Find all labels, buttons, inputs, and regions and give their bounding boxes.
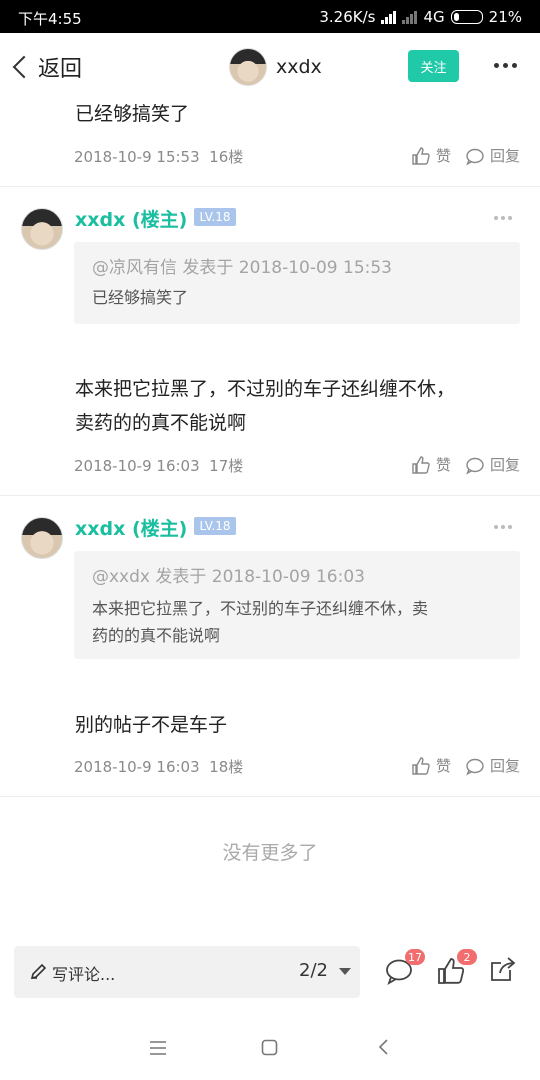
- more-dots-icon[interactable]: [494, 525, 512, 529]
- post-body: 已经够搞笑了: [75, 103, 190, 125]
- follow-button[interactable]: 关注: [408, 50, 459, 82]
- like-button[interactable]: 赞: [411, 145, 451, 166]
- post-actions: 赞 回复: [411, 145, 520, 166]
- quote-body: 本来把它拉黑了，不过别的车子还纠缠不休，卖 药的的真不能说啊: [92, 595, 502, 649]
- like-button[interactable]: 赞: [411, 454, 451, 475]
- avatar[interactable]: [229, 48, 267, 86]
- thumbs-up-icon: [412, 756, 430, 775]
- reply-label: 回复: [489, 147, 520, 165]
- no-more-text: 没有更多了: [222, 842, 318, 864]
- menu-icon[interactable]: [149, 1040, 167, 1056]
- divider: [0, 796, 540, 797]
- divider: [0, 186, 540, 187]
- post-date: 2018-10-9 15:53: [74, 148, 200, 166]
- post-floor: 16楼: [209, 148, 244, 166]
- post-actions: 赞 回复: [411, 755, 520, 776]
- avatar[interactable]: [21, 517, 63, 559]
- system-nav-bar: [0, 1016, 540, 1080]
- like-label: 赞: [435, 456, 451, 474]
- comment-placeholder: 写评论...: [52, 965, 116, 984]
- quote-body: 已经够搞笑了: [92, 288, 189, 307]
- like-count-badge: 2: [457, 949, 477, 965]
- level-badge: LV.18: [194, 208, 236, 226]
- back-button[interactable]: 返回: [8, 51, 82, 83]
- pen-icon: [30, 963, 47, 980]
- post-avatar[interactable]: [21, 208, 63, 250]
- signal-icon: [381, 10, 397, 24]
- avatar[interactable]: [21, 208, 63, 250]
- thumbs-up-icon: [412, 455, 430, 474]
- post-avatar[interactable]: [21, 517, 63, 559]
- comment-input[interactable]: 写评论... 2/2: [14, 946, 360, 998]
- reply-label: 回复: [489, 757, 520, 775]
- post-actions: 赞 回复: [411, 454, 520, 475]
- chat-bubble-icon: [466, 758, 484, 776]
- reply-button[interactable]: 回复: [465, 454, 520, 475]
- like-label: 赞: [435, 147, 451, 165]
- comment-count-badge: 17: [405, 949, 425, 965]
- status-right: 3.26K/s 4G 21%: [319, 8, 522, 26]
- quote-body-line: 本来把它拉黑了，不过别的车子还纠缠不休，卖: [92, 599, 429, 618]
- post-meta: 2018-10-9 16:03 17楼: [74, 455, 243, 476]
- post-body: 本来把它拉黑了，不过别的车子还纠缠不休， 卖药的的真不能说啊: [75, 372, 455, 440]
- level-badge: LV.18: [194, 517, 236, 535]
- quote-box: @凉风有信 发表于 2018-10-09 15:53 已经够搞笑了: [74, 242, 520, 324]
- thumbs-up-icon: [412, 146, 430, 165]
- network-speed: 3.26K/s: [319, 8, 376, 26]
- divider: [0, 495, 540, 496]
- post-author[interactable]: xxdx (楼主): [75, 205, 187, 232]
- chat-bubble-icon: [466, 457, 484, 475]
- status-bar: 下午4:55 3.26K/s 4G 21%: [0, 0, 540, 33]
- quote-head: @凉风有信 发表于 2018-10-09 15:53: [92, 258, 392, 278]
- nav-user[interactable]: xxdx: [229, 48, 322, 86]
- post-floor: 18楼: [209, 758, 244, 776]
- nav-bar: 返回 xxdx 关注: [0, 33, 540, 99]
- reply-button[interactable]: 回复: [465, 145, 520, 166]
- post-date: 2018-10-9 16:03: [74, 457, 200, 475]
- post-floor: 17楼: [209, 457, 244, 475]
- chat-bubble-icon: [466, 148, 484, 166]
- post-date: 2018-10-9 16:03: [74, 758, 200, 776]
- quote-head: @xxdx 发表于 2018-10-09 16:03: [92, 567, 365, 587]
- nav-username: xxdx: [276, 56, 322, 78]
- post-meta: 2018-10-9 15:53 16楼: [74, 146, 243, 167]
- battery-icon: [450, 10, 483, 24]
- share-button[interactable]: [488, 956, 518, 986]
- share-icon: [491, 957, 516, 981]
- more-dots-icon[interactable]: [494, 216, 512, 220]
- post-body: 别的帖子不是车子: [75, 714, 228, 736]
- page-indicator[interactable]: 2/2: [299, 960, 328, 981]
- reply-label: 回复: [489, 456, 520, 474]
- post-body-line: 卖药的的真不能说啊: [75, 412, 247, 434]
- home-icon[interactable]: [261, 1039, 278, 1056]
- post-meta: 2018-10-9 16:03 18楼: [74, 756, 243, 777]
- chevron-left-icon: [12, 55, 36, 79]
- status-time: 下午4:55: [18, 10, 82, 28]
- network-type: 4G: [423, 8, 445, 26]
- back-nav-icon[interactable]: [377, 1038, 389, 1056]
- like-label: 赞: [435, 757, 451, 775]
- chevron-down-icon[interactable]: [339, 968, 351, 975]
- battery-level: 21%: [488, 8, 522, 26]
- post-body-line: 本来把它拉黑了，不过别的车子还纠缠不休，: [75, 378, 456, 400]
- more-dots-icon[interactable]: [494, 63, 517, 68]
- back-label: 返回: [38, 57, 83, 82]
- signal-2-icon: [402, 10, 418, 24]
- quote-box: @xxdx 发表于 2018-10-09 16:03 本来把它拉黑了，不过别的车…: [74, 551, 520, 659]
- post-author[interactable]: xxdx (楼主): [75, 514, 187, 541]
- like-button[interactable]: 赞: [411, 755, 451, 776]
- quote-body-line: 药的的真不能说啊: [92, 626, 221, 645]
- reply-button[interactable]: 回复: [465, 755, 520, 776]
